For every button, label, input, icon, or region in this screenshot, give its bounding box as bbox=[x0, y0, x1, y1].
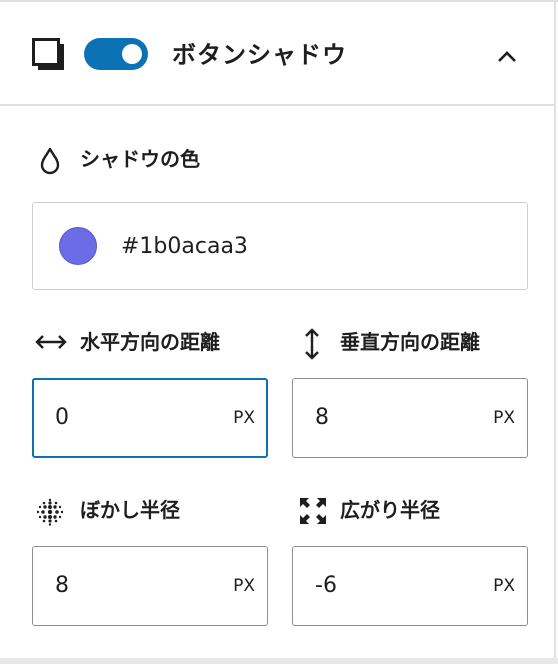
shadow-color-picker[interactable]: #1b0acaa3 bbox=[32, 202, 528, 290]
spread-radius-label: 広がり半径 bbox=[340, 498, 440, 522]
vertical-offset-input[interactable]: 8 PX bbox=[292, 378, 528, 458]
blur-radius-input[interactable]: 8 PX bbox=[32, 546, 268, 626]
blur-radius-label: ぼかし半径 bbox=[80, 498, 180, 522]
box-shadow-icon bbox=[32, 38, 66, 72]
horizontal-offset-input[interactable]: 0 PX bbox=[32, 378, 268, 458]
vertical-offset-unit[interactable]: PX bbox=[493, 407, 515, 429]
horizontal-offset-value: 0 bbox=[55, 405, 69, 430]
shadow-toggle[interactable] bbox=[84, 38, 148, 70]
chevron-up-icon[interactable] bbox=[490, 40, 524, 74]
shadow-color-label: シャドウの色 bbox=[80, 147, 200, 171]
vertical-offset-label: 垂直方向の距離 bbox=[340, 330, 480, 354]
blur-radius-unit[interactable]: PX bbox=[233, 575, 255, 597]
horizontal-arrows-icon bbox=[32, 330, 70, 358]
droplet-icon bbox=[38, 146, 62, 180]
vertical-offset-value: 8 bbox=[315, 405, 329, 430]
horizontal-offset-label: 水平方向の距離 bbox=[80, 330, 220, 354]
horizontal-offset-unit[interactable]: PX bbox=[233, 407, 255, 429]
bottom-divider bbox=[0, 658, 558, 664]
blur-dots-icon bbox=[34, 496, 66, 532]
spread-radius-unit[interactable]: PX bbox=[493, 575, 515, 597]
panel-title: ボタンシャドウ bbox=[172, 41, 347, 69]
spread-radius-input[interactable]: -6 PX bbox=[292, 546, 528, 626]
toggle-knob bbox=[122, 44, 142, 64]
vertical-arrows-icon bbox=[300, 325, 324, 367]
panel-header[interactable]: ボタンシャドウ bbox=[0, 2, 556, 106]
spread-radius-value: -6 bbox=[315, 573, 337, 598]
color-swatch[interactable] bbox=[59, 227, 97, 265]
expand-corners-icon bbox=[298, 496, 328, 530]
blur-radius-value: 8 bbox=[55, 573, 69, 598]
color-hex-value: #1b0acaa3 bbox=[121, 234, 248, 259]
